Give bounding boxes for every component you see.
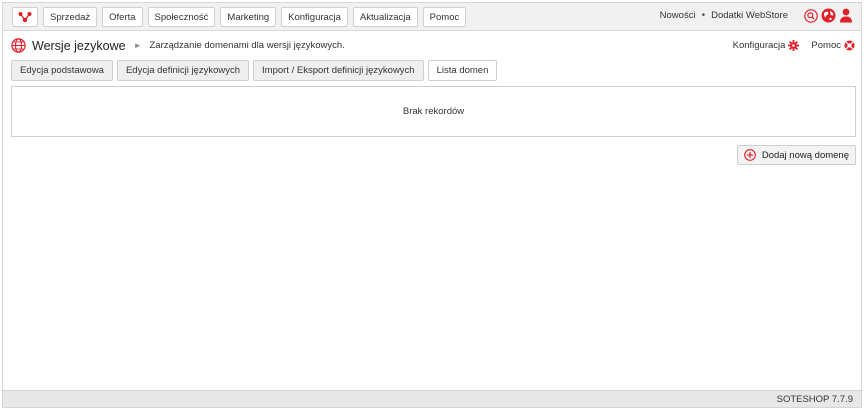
help-link[interactable]: Pomoc xyxy=(811,40,841,51)
main-menu: Sprzedaż Oferta Społeczność Marketing Ko… xyxy=(43,7,467,27)
tab-import-eksport[interactable]: Import / Eksport definicji językowych xyxy=(253,60,424,81)
menu-aktualizacja[interactable]: Aktualizacja xyxy=(352,7,418,27)
gear-icon[interactable] xyxy=(788,40,800,51)
add-domain-button[interactable]: Dodaj nową domenę xyxy=(736,145,856,165)
header-links: Konfiguracja Pomoc xyxy=(733,40,855,51)
globe-icon[interactable] xyxy=(821,8,836,23)
records-table: Brak rekordów xyxy=(11,86,856,137)
page-title[interactable]: Wersje jezykowe xyxy=(32,39,126,53)
empty-records-message: Brak rekordów xyxy=(402,106,465,117)
app-window: Sprzedaż Oferta Społeczność Marketing Ko… xyxy=(2,2,862,408)
top-icons xyxy=(804,8,853,23)
news-link[interactable]: Nowości xyxy=(660,10,696,21)
menu-spolecznosc[interactable]: Społeczność xyxy=(147,7,216,27)
tab-bar: Edycja podstawowa Edycja definicji język… xyxy=(11,60,498,81)
tab-edycja-definicji[interactable]: Edycja definicji językowych xyxy=(116,60,250,81)
menu-pomoc[interactable]: Pomoc xyxy=(422,7,467,27)
menu-oferta[interactable]: Oferta xyxy=(102,7,143,27)
menu-konfiguracja[interactable]: Konfiguracja xyxy=(281,7,348,27)
separator-dot: • xyxy=(701,10,706,21)
footer-bar: SOTESHOP 7.7.9 xyxy=(3,390,861,407)
help-lifebuoy-icon[interactable] xyxy=(844,40,855,51)
webstore-addons-link[interactable]: Dodatki WebStore xyxy=(711,10,788,21)
soteshop-logo-icon xyxy=(18,12,32,23)
menu-marketing[interactable]: Marketing xyxy=(220,7,277,27)
search-icon[interactable] xyxy=(804,8,818,23)
add-domain-label: Dodaj nową domenę xyxy=(761,149,849,161)
tab-edycja-podstawowa[interactable]: Edycja podstawowa xyxy=(11,60,113,81)
plus-circle-icon xyxy=(743,149,756,161)
breadcrumb: Wersje jezykowe ► Zarządzanie domenami d… xyxy=(11,38,345,53)
page-description: Zarządzanie domenami dla wersji językowy… xyxy=(149,40,345,51)
breadcrumb-separator: ► xyxy=(133,41,142,50)
menu-sprzedaz[interactable]: Sprzedaż xyxy=(43,7,98,27)
config-link[interactable]: Konfiguracja xyxy=(733,40,786,51)
top-right-links: Nowości • Dodatki WebStore xyxy=(660,8,853,23)
home-button[interactable] xyxy=(12,7,38,27)
globe-icon xyxy=(11,38,26,53)
user-icon[interactable] xyxy=(839,8,853,23)
version-label: SOTESHOP 7.7.9 xyxy=(776,393,853,405)
top-navigation-bar: Sprzedaż Oferta Społeczność Marketing Ko… xyxy=(3,3,861,31)
tab-lista-domen[interactable]: Lista domen xyxy=(427,60,498,81)
